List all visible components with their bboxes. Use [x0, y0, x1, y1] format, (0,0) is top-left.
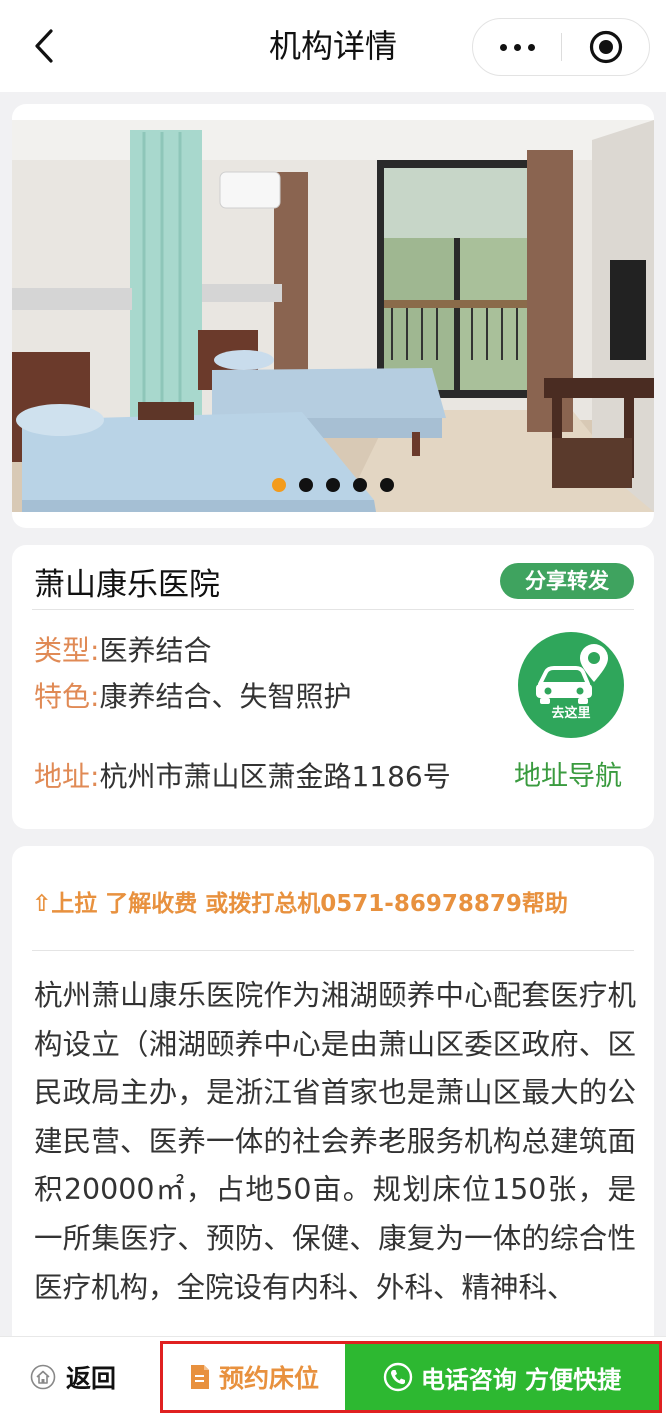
- room-photo: [12, 120, 654, 512]
- carousel-dot[interactable]: [326, 478, 340, 492]
- description-card: ⇧上拉 了解收费 或拨打总机0571-86978879帮助 杭州萧山康乐医院作为…: [12, 846, 654, 1416]
- address-navigation-link[interactable]: 地址导航: [514, 754, 622, 793]
- address-label: 地址:: [34, 760, 100, 793]
- institution-name: 萧山康乐医院: [34, 567, 220, 603]
- description-text: 杭州萧山康乐医院作为湘湖颐养中心配套医疗机构设立（湘湖颐养中心是由萧山区委区政府…: [34, 979, 636, 1304]
- divider: [32, 609, 634, 610]
- document-icon: [190, 1365, 209, 1389]
- institution-info-card: 萧山康乐医院 分享转发 类型:医养结合 特色:康养结合、失智照护 地址:杭州市萧…: [12, 545, 654, 829]
- bottom-action-bar: 返回 预约床位 电话咨询 方便快捷: [0, 1336, 666, 1416]
- close-button[interactable]: [562, 19, 650, 75]
- back-button[interactable]: [24, 22, 64, 70]
- navigation-bar: 机构详情: [0, 0, 666, 92]
- phone-consult-button[interactable]: 电话咨询 方便快捷: [345, 1344, 659, 1410]
- address-value: 杭州市萧山区萧金路1186号: [99, 760, 451, 793]
- book-bed-button[interactable]: 预约床位: [163, 1344, 345, 1410]
- mini-program-capsule: [472, 18, 650, 76]
- phone-icon: [383, 1362, 413, 1392]
- go-here-button[interactable]: 去这里: [518, 632, 624, 738]
- feature-label: 特色:: [34, 680, 100, 713]
- book-bed-label: 预约床位: [218, 1364, 319, 1393]
- room-photo-illustration: [12, 120, 654, 512]
- type-value: 医养结合: [99, 634, 212, 667]
- back-label: 返回: [66, 1364, 117, 1393]
- target-icon: [589, 30, 623, 64]
- feature-value: 康养结合、失智照护: [99, 680, 352, 713]
- phone-consult-label: 电话咨询 方便快捷: [420, 1365, 622, 1394]
- type-row: 类型:医养结合: [34, 629, 211, 669]
- more-dots-icon: [499, 43, 507, 51]
- car-location-icon: [536, 644, 608, 704]
- share-button[interactable]: 分享转发: [500, 563, 634, 599]
- chevron-left-icon: [35, 29, 53, 63]
- go-here-label: 去这里: [551, 706, 591, 721]
- carousel-indicators: [0, 478, 666, 494]
- type-label: 类型:: [34, 634, 100, 667]
- photo-carousel[interactable]: [12, 104, 654, 528]
- carousel-dot[interactable]: [353, 478, 367, 492]
- address-row: 地址:杭州市萧山区萧金路1186号: [34, 755, 451, 795]
- carousel-dot[interactable]: [299, 478, 313, 492]
- divider: [32, 950, 634, 951]
- more-button[interactable]: [473, 19, 561, 75]
- feature-row: 特色:康养结合、失智照护: [34, 675, 351, 715]
- swipe-up-notice[interactable]: ⇧上拉 了解收费 或拨打总机0571-86978879帮助: [32, 884, 568, 918]
- carousel-dot[interactable]: [380, 478, 394, 492]
- home-back-button[interactable]: 返回: [30, 1337, 116, 1416]
- home-icon: [30, 1364, 56, 1390]
- carousel-dot-active[interactable]: [272, 478, 286, 492]
